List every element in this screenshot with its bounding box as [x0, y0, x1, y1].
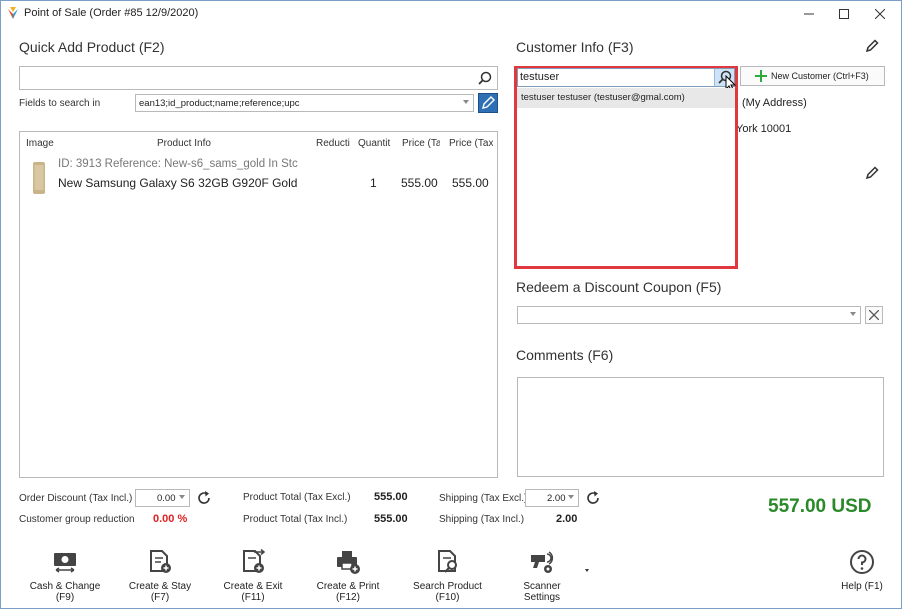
product-search-input[interactable]: [19, 66, 498, 90]
edit-customer-pencil-icon[interactable]: [865, 39, 879, 53]
customer-search-input[interactable]: testuser: [517, 68, 735, 87]
pos-window: Point of Sale (Order #85 12/9/2020) Quic…: [0, 0, 902, 609]
help-button[interactable]: Help (F1): [839, 549, 885, 592]
grand-total: 557.00 USD: [768, 496, 872, 517]
create-exit-label: Create & Exit (F11): [223, 581, 283, 603]
comments-textarea[interactable]: [517, 377, 884, 477]
coupon-title: Redeem a Discount Coupon (F5): [516, 279, 722, 295]
cash-change-button[interactable]: Cash & Change (F9): [21, 549, 109, 603]
cash-icon: [54, 553, 76, 573]
maximize-icon: [839, 9, 849, 19]
shipping-incl-value: 2.00: [556, 513, 578, 525]
edit-address-pencil-icon[interactable]: [865, 166, 879, 180]
scanner-icon: [531, 551, 554, 573]
scanner-settings-label: Scanner Settings: [523, 581, 561, 603]
minimize-button[interactable]: [792, 1, 826, 27]
fields-to-search-label: Fields to search in: [19, 98, 101, 109]
maximize-button[interactable]: [827, 1, 861, 27]
customer-address-line: York 10001: [736, 123, 792, 135]
app-logo-icon: [8, 7, 18, 19]
product-meta: ID: 3913 Reference: New-s6_sams_gold In …: [58, 158, 298, 170]
product-total-excl-value: 555.00: [374, 491, 408, 503]
title-bar: Point of Sale (Order #85 12/9/2020): [1, 1, 901, 27]
order-discount-input[interactable]: 0.00: [135, 489, 190, 507]
group-reduction-value: 0.00 %: [153, 513, 188, 525]
comments-title: Comments (F6): [516, 347, 614, 363]
window-title: Point of Sale (Order #85 12/9/2020): [24, 7, 199, 19]
refresh-icon[interactable]: [196, 490, 212, 506]
close-icon: [869, 310, 879, 320]
chevron-down-icon: [850, 312, 856, 316]
column-header-price-excl[interactable]: Price (Tax: [402, 138, 440, 149]
scanner-menu-caret-icon[interactable]: [585, 569, 589, 572]
clear-coupon-button[interactable]: [865, 306, 883, 324]
product-price-incl: 555.00: [452, 176, 489, 190]
product-total-incl-label: Product Total (Tax Incl.): [243, 514, 348, 525]
coupon-select[interactable]: [517, 306, 861, 324]
table-row[interactable]: ID: 3913 Reference: New-s6_sams_gold In …: [20, 154, 497, 200]
create-print-button[interactable]: Create & Print (F12): [304, 549, 392, 603]
scanner-settings-button[interactable]: Scanner Settings: [504, 549, 580, 603]
search-icon[interactable]: [478, 71, 492, 85]
product-price-excl: 555.00: [401, 176, 438, 190]
close-icon: [875, 9, 885, 19]
group-reduction-label: Customer group reduction: [19, 514, 135, 525]
column-header-image[interactable]: Image: [26, 138, 54, 149]
create-exit-button[interactable]: Create & Exit (F11): [211, 549, 295, 603]
create-stay-button[interactable]: Create & Stay (F7): [120, 549, 200, 603]
help-icon: [850, 550, 874, 574]
chevron-down-icon: [179, 495, 185, 499]
product-quantity[interactable]: 1: [370, 176, 377, 190]
printer-icon: [337, 551, 360, 574]
chevron-down-icon: [568, 495, 574, 499]
cash-change-label: Cash & Change (F9): [29, 581, 101, 603]
customer-suggestion-item[interactable]: testuser testuser (testuser@gmal.com): [517, 88, 735, 108]
customer-address-label: (My Address): [742, 97, 807, 109]
quick-add-title: Quick Add Product (F2): [19, 39, 165, 55]
help-label: Help (F1): [841, 581, 883, 592]
search-product-label: Search Product (F10): [413, 581, 482, 603]
grid-header: Image Product Info Reducti Quantit Price…: [20, 132, 497, 154]
document-exit-icon: [243, 549, 266, 573]
product-total-excl-label: Product Total (Tax Excl.): [243, 492, 351, 503]
document-add-icon: [150, 550, 171, 573]
new-customer-label: New Customer (Ctrl+F3): [771, 71, 869, 81]
column-header-price-incl[interactable]: Price (Tax I: [449, 138, 493, 149]
product-total-incl-value: 555.00: [374, 513, 408, 525]
create-stay-label: Create & Stay (F7): [128, 581, 192, 603]
shipping-excl-input[interactable]: 2.00: [525, 489, 579, 507]
column-header-quantity[interactable]: Quantit: [358, 138, 392, 149]
shipping-excl-label: Shipping (Tax Excl.): [439, 493, 528, 504]
customer-suggestion-list: testuser testuser (testuser@gmal.com): [517, 88, 735, 266]
create-print-label: Create & Print (F12): [316, 581, 380, 603]
column-header-product-info[interactable]: Product Info: [157, 138, 211, 149]
column-header-reduction[interactable]: Reducti: [316, 138, 352, 149]
plus-icon: [755, 70, 767, 82]
search-product-button[interactable]: Search Product (F10): [401, 549, 494, 603]
fields-to-search-select[interactable]: ean13;id_product;name;reference;upc: [135, 94, 474, 112]
order-discount-label: Order Discount (Tax Incl.): [19, 493, 133, 504]
product-name: New Samsung Galaxy S6 32GB G920F Gold: [58, 176, 298, 190]
product-thumbnail: [33, 162, 45, 194]
edit-fields-button[interactable]: [478, 93, 498, 113]
pencil-icon: [482, 96, 495, 109]
close-button[interactable]: [863, 1, 897, 27]
new-customer-button[interactable]: New Customer (Ctrl+F3): [740, 66, 885, 86]
document-search-icon: [437, 550, 457, 573]
chevron-down-icon: [463, 100, 469, 104]
refresh-icon[interactable]: [585, 490, 601, 506]
shipping-incl-label: Shipping (Tax Incl.): [439, 514, 525, 525]
minimize-icon: [804, 13, 814, 15]
product-grid: Image Product Info Reducti Quantit Price…: [19, 131, 498, 478]
customer-info-title: Customer Info (F3): [516, 39, 634, 55]
